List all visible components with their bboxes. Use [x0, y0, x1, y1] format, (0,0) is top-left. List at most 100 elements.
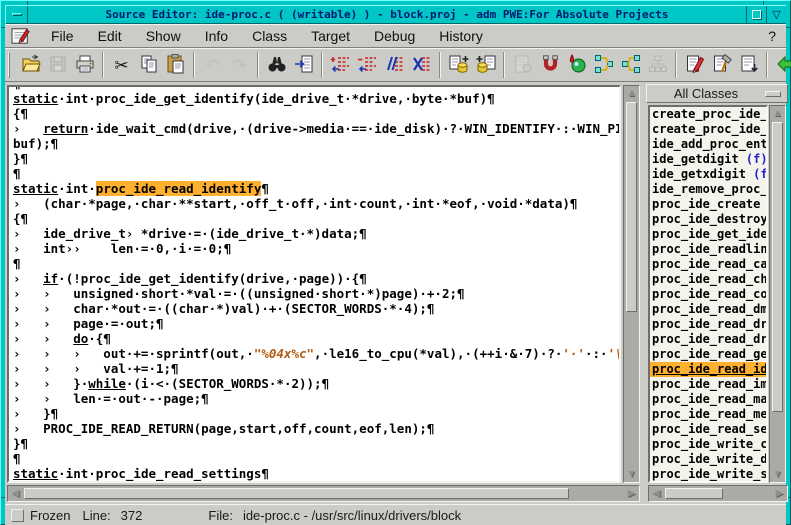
class-list-item[interactable]: proc_ide_readlink — [650, 242, 766, 257]
scroll-up-icon[interactable]: ▲ — [624, 86, 639, 101]
class-list-item[interactable]: proc_ide_create — [650, 197, 766, 212]
toolbar-grip[interactable] — [8, 52, 10, 78]
menu-show[interactable]: Show — [134, 26, 193, 46]
class-list-item[interactable]: proc_ide_read_channel — [650, 272, 766, 287]
redo-icon: ↷ — [232, 57, 246, 74]
class-list-item[interactable]: proc_ide_read_settings — [650, 422, 766, 437]
open-file-button[interactable] — [17, 52, 44, 78]
indent-remove-button[interactable] — [354, 52, 381, 78]
class-list-item[interactable]: ide_add_proc_entries — [650, 137, 766, 152]
class-list-item[interactable]: proc_ide_read_imodel — [650, 377, 766, 392]
menu-target[interactable]: Target — [299, 26, 362, 46]
scroll-up-icon[interactable]: ▲ — [770, 106, 785, 121]
code-line: › › › val·+=·1;¶ — [13, 361, 619, 376]
scroll-down-icon[interactable]: ▼ — [624, 467, 639, 482]
history-back-button[interactable] — [772, 52, 791, 78]
scroll-right-icon[interactable]: ▶ — [624, 486, 639, 501]
scroll-down-icon[interactable]: ▼ — [770, 467, 785, 482]
classes-hscroll-thumb[interactable] — [665, 488, 723, 499]
menu-file[interactable]: File — [39, 26, 86, 46]
save-icon — [47, 53, 69, 78]
classes-vscroll-thumb[interactable] — [772, 122, 783, 412]
find-button[interactable] — [263, 52, 290, 78]
build-button[interactable] — [708, 52, 735, 78]
maximize-button[interactable] — [746, 6, 766, 23]
save-button[interactable] — [44, 52, 71, 78]
scroll-right-icon[interactable]: ▶ — [772, 486, 787, 501]
classes-horizontal-scrollbar[interactable]: ◀ ▶ — [648, 485, 788, 502]
class-list-item[interactable]: proc_ide_read_driver — [650, 317, 766, 332]
class-list-item[interactable]: ide_remove_proc_entries — [650, 182, 766, 197]
load-file-button[interactable] — [735, 52, 762, 78]
paste-button[interactable] — [162, 52, 189, 78]
class-list-item[interactable]: proc_ide_write_settings — [650, 467, 766, 482]
copy-button[interactable] — [135, 52, 162, 78]
window-menu-button[interactable] — [6, 6, 28, 23]
class-list-item[interactable]: proc_ide_read_media — [650, 407, 766, 422]
print-button[interactable] — [71, 52, 98, 78]
cut-icon: ✂ — [114, 57, 128, 74]
indent-add-button[interactable] — [327, 52, 354, 78]
menu-debug[interactable]: Debug — [362, 26, 427, 46]
class-list-item[interactable]: proc_ide_write_config — [650, 437, 766, 452]
help-menu[interactable]: ? — [758, 26, 786, 46]
editor-hscroll-thumb[interactable] — [24, 488, 569, 499]
class-list-item[interactable]: proc_ide_destroy — [650, 212, 766, 227]
cut-button[interactable]: ✂ — [108, 52, 135, 78]
window-title: Source Editor: ide-proc.c ( (writable) )… — [28, 6, 746, 23]
code-line: › › do·{¶ — [13, 331, 619, 346]
add-from-project-button[interactable] — [472, 52, 499, 78]
code-line: static·int·proc_ide_read_identify¶ — [13, 181, 619, 196]
classes-list[interactable]: create_proc_ide_drivescreate_proc_ide_in… — [648, 105, 768, 483]
editor-vertical-scrollbar[interactable]: ▲ ▼ — [623, 85, 640, 483]
undo-button[interactable]: ↶ — [199, 52, 226, 78]
menu-info[interactable]: Info — [193, 26, 240, 46]
class-list-item[interactable]: ide_getdigit (f) — [650, 152, 766, 167]
classes-vertical-scrollbar[interactable]: ▲ ▼ — [769, 105, 786, 483]
class-list-item[interactable]: create_proc_ide_interfaces — [650, 122, 766, 137]
grab-button[interactable] — [536, 52, 563, 78]
goto-line-button[interactable] — [290, 52, 317, 78]
class-list-item[interactable]: proc_ide_read_identify — [650, 362, 766, 377]
hierarchy-button[interactable] — [644, 52, 671, 78]
classes-filter-dropdown[interactable]: All Classes — [646, 84, 788, 103]
redo-button[interactable]: ↷ — [226, 52, 253, 78]
menu-history[interactable]: History — [427, 26, 495, 46]
print-icon — [74, 53, 96, 78]
merge-left-button[interactable] — [590, 52, 617, 78]
generate-doc-icon — [512, 53, 534, 78]
add-to-project-button[interactable] — [445, 52, 472, 78]
class-list-item[interactable]: proc_ide_read_geometry — [650, 347, 766, 362]
scroll-left-icon[interactable]: ◀ — [649, 486, 664, 501]
class-list-item[interactable]: proc_ide_read_dmesg — [650, 302, 766, 317]
editor-horizontal-scrollbar[interactable]: ◀ ▶ — [7, 485, 640, 502]
code-line: › }¶ — [13, 406, 619, 421]
code-editor[interactable]: ¶static·int·proc_ide_get_identify(ide_dr… — [7, 85, 621, 483]
generate-doc-button[interactable] — [509, 52, 536, 78]
refresh-colors-button[interactable] — [563, 52, 590, 78]
frozen-toggle[interactable] — [11, 509, 24, 522]
code-line: › if·(!proc_ide_get_identify(drive,·page… — [13, 271, 619, 286]
menu-edit[interactable]: Edit — [86, 26, 134, 46]
class-list-item[interactable]: ide_getxdigit (f) — [650, 167, 766, 182]
source-editor-window: Source Editor: ide-proc.c ( (writable) )… — [0, 0, 791, 525]
menubar: FileEditShowInfoClassTargetDebugHistory … — [5, 24, 786, 48]
class-list-item[interactable]: proc_ide_write_driver — [650, 452, 766, 467]
class-list-item[interactable]: create_proc_ide_drives — [650, 107, 766, 122]
class-list-item[interactable]: proc_ide_read_config — [650, 287, 766, 302]
menu-class[interactable]: Class — [240, 26, 299, 46]
class-list-item[interactable]: proc_ide_read_drives — [650, 332, 766, 347]
titlebar[interactable]: Source Editor: ide-proc.c ( (writable) )… — [5, 5, 786, 24]
uncomment-button[interactable] — [408, 52, 435, 78]
class-list-item[interactable]: proc_ide_read_capacity — [650, 257, 766, 272]
toolbar-separator — [193, 52, 195, 78]
scroll-left-icon[interactable]: ◀ — [8, 486, 23, 501]
class-list-item[interactable]: proc_ide_read_mate — [650, 392, 766, 407]
edit-source-button[interactable] — [681, 52, 708, 78]
merge-right-button[interactable] — [617, 52, 644, 78]
class-list-item[interactable]: proc_ide_get_identify — [650, 227, 766, 242]
shade-button[interactable]: ▽ — [766, 6, 786, 23]
comment-button[interactable] — [381, 52, 408, 78]
undo-icon: ↶ — [205, 57, 219, 74]
editor-vscroll-thumb[interactable] — [626, 102, 637, 312]
